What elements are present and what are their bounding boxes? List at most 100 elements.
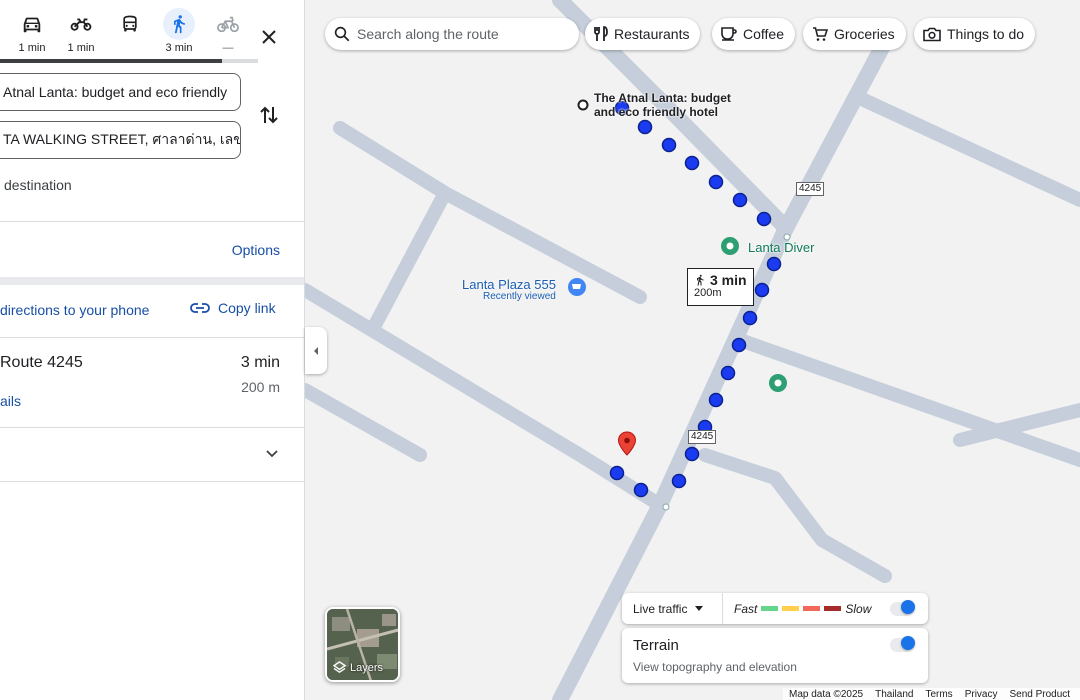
send-to-phone-link[interactable]: directions to your phone [0,302,149,318]
chip-coffee[interactable]: Coffee [712,18,795,50]
footer-privacy-link[interactable]: Privacy [959,688,1004,700]
route-dot [633,482,649,498]
options-button[interactable]: Options [232,242,280,258]
road-northeast [857,93,1080,207]
copy-link-label: Copy link [218,300,276,316]
mode-walking-time: 3 min [165,42,193,54]
copy-link-button[interactable]: Copy link [190,300,276,316]
slow-label: Slow [845,601,872,616]
recently-viewed-label: Recently viewed [483,291,556,302]
terrain-title: Terrain [633,637,679,654]
route-dot [671,473,687,489]
mode-transit[interactable] [107,8,153,42]
destination-field[interactable]: TA WALKING STREET, ศาลาด่าน, เลขที [0,121,241,159]
swap-button[interactable] [256,102,282,128]
footer-terms-link[interactable]: Terms [919,688,958,700]
road-plaza-branch [368,186,452,332]
traffic-slow-swatch [803,606,821,611]
route-shield: 4245 [796,182,825,196]
eta-distance: 200m [694,287,722,299]
route-dot [708,392,724,408]
route-time: 3 min [240,354,280,371]
lanta-plaza-label[interactable]: Lanta Plaza 555 [462,277,556,292]
mode-motorcycle[interactable]: 1 min [58,8,104,54]
hotel-label-line1: The Atnal Lanta: budget [594,91,731,105]
expand-route-button[interactable] [262,444,282,464]
waypoint [662,503,670,511]
chevron-down-icon [266,450,278,458]
terrain-toggle[interactable] [890,636,915,652]
route-shield: 4245 [688,430,717,444]
road-southeast [698,448,892,583]
travel-mode-bar: 1 min 1 min 3 min — [0,8,304,66]
layers-icon [333,661,346,673]
close-icon [262,30,276,44]
fast-label: Fast [734,601,758,616]
mode-walking[interactable]: 3 min [156,8,202,54]
hotel-label[interactable]: The Atnal Lanta: budget and eco friendly… [594,91,731,119]
cart-icon [813,27,828,41]
route-dot [732,192,748,208]
mode-cycling-time: — [222,42,234,54]
route-dot [731,337,747,353]
traffic-legend: Fast Slow [723,602,871,616]
route-dot [708,174,724,190]
route-distance: 200 m [241,379,280,395]
route-dot [684,446,700,462]
lanta-diver-label[interactable]: Lanta Diver [748,240,814,255]
live-traffic-card: Live traffic Fast Slow [622,593,928,624]
bus-icon [114,8,146,40]
traffic-slowest-swatch [824,606,842,611]
chip-label: Groceries [834,26,895,42]
add-destination-link[interactable]: destination [4,177,72,193]
mode-driving[interactable]: 1 min [9,8,55,54]
walking-icon [697,274,704,286]
collapse-panel-button[interactable] [305,327,327,374]
traffic-fast-swatch [761,606,779,611]
footer-feedback-link[interactable]: Send Product [1003,688,1076,700]
diver-pin [721,237,739,255]
divider [0,337,304,338]
chip-label: Things to do [947,26,1025,42]
origin-field[interactable]: Atnal Lanta: budget and eco friendly [0,73,241,111]
live-traffic-toggle[interactable] [890,600,915,616]
directions-panel: 1 min 1 min 3 min — Atnal Lanta: budget … [0,0,305,700]
plaza-shop-pin [568,278,586,296]
live-traffic-dropdown[interactable]: Live traffic [622,593,723,624]
motorcycle-icon [65,8,97,40]
chip-restaurants[interactable]: Restaurants [585,18,701,50]
map-data-attribution: Map data ©2025 [789,689,864,700]
layers-button[interactable]: Layers [325,607,400,682]
search-along-route[interactable] [325,18,579,50]
live-traffic-label: Live traffic [633,601,688,616]
swap-icon [260,106,278,124]
section-divider [0,277,304,285]
road-lower-west [305,383,427,462]
chip-groceries[interactable]: Groceries [803,18,906,50]
footer-country-link[interactable]: Thailand [869,688,919,700]
mode-cycling[interactable]: — [205,8,251,54]
route-eta-callout[interactable]: 3 min 200m [687,268,754,306]
route-details-link[interactable]: ails [0,393,21,409]
chip-label: Restaurants [614,26,690,42]
destination-pin [617,431,637,456]
close-directions-button[interactable] [256,24,282,50]
mode-indicator [0,59,222,63]
mode-motorcycle-time: 1 min [67,42,95,54]
route-dot [766,256,782,272]
green-pin [769,374,787,392]
traffic-medium-swatch [782,606,800,611]
terrain-subtitle: View topography and elevation [633,660,797,674]
route-dot [742,310,758,326]
chip-things-to-do[interactable]: Things to do [914,18,1036,50]
route-dot [661,137,677,153]
road-southwest [305,283,667,512]
terrain-card[interactable]: Terrain View topography and elevation [622,628,928,683]
eta-time: 3 min [710,272,747,288]
route-dot [756,211,772,227]
search-input[interactable] [357,26,557,42]
toggle-knob [901,636,915,650]
walking-icon [163,8,195,40]
road-plaza [333,121,647,304]
car-icon [16,8,48,40]
